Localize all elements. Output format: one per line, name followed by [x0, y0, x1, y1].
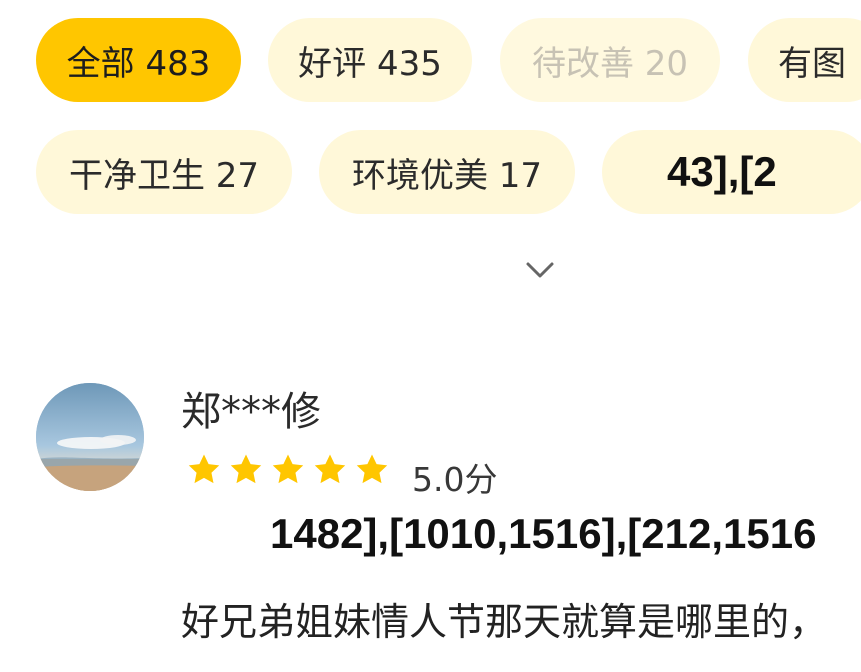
reviewer-name[interactable]: 郑***修 — [181, 388, 321, 436]
garbled-coordinate-text: 1482],[1010,1516],[212,1516 — [270, 510, 817, 557]
filter-chip-with-images[interactable]: 有图 — [748, 18, 861, 102]
filter-chip-environment[interactable]: 环境优美 17 — [319, 130, 575, 214]
rating-stars — [185, 451, 391, 489]
avatar-image — [36, 383, 144, 491]
filter-chip-garbled[interactable]: 43],[2 — [602, 130, 861, 214]
star-icon — [230, 454, 262, 484]
filter-chip-clean[interactable]: 干净卫生 27 — [36, 130, 292, 214]
star-icon — [188, 454, 220, 484]
review-text[interactable]: 好兄弟姐妹情人节那天就算是哪里的， — [181, 600, 861, 646]
star-icon — [356, 454, 388, 484]
rating-score: 5.0分 — [412, 460, 498, 499]
filter-chip-needs-improvement[interactable]: 待改善 20 — [500, 18, 720, 102]
star-icon — [314, 454, 346, 484]
filter-chip-all[interactable]: 全部 483 — [36, 18, 241, 102]
review-screen: 全部 483 好评 435 待改善 20 有图 干净卫生 27 环境优美 17 … — [0, 0, 861, 672]
avatar[interactable] — [36, 383, 144, 491]
filter-chip-positive[interactable]: 好评 435 — [268, 18, 472, 102]
chevron-down-icon[interactable] — [525, 259, 555, 281]
star-icon — [272, 454, 304, 484]
